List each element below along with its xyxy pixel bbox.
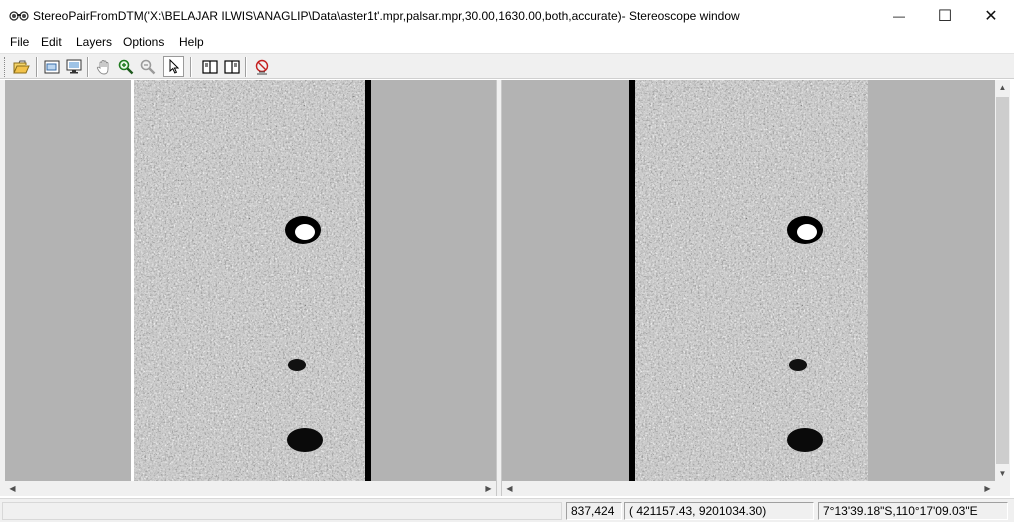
- right-stereo-image[interactable]: [502, 80, 995, 481]
- image-edge: [131, 80, 134, 481]
- pan-hand-icon: [96, 59, 108, 74]
- crater-feature: [797, 224, 817, 240]
- menu-file[interactable]: File: [10, 35, 29, 49]
- crater-feature: [787, 428, 823, 452]
- right-horizontal-scrollbar[interactable]: ◀ ▶: [502, 481, 995, 496]
- right-arrow-icon: ▶: [485, 484, 492, 493]
- minimize-button[interactable]: —: [876, 0, 922, 32]
- stereo-pair-button[interactable]: [251, 56, 272, 77]
- select-button[interactable]: [163, 56, 184, 77]
- zoom-out-icon: [140, 59, 155, 74]
- toolbar-separator: [190, 57, 192, 77]
- crater-feature: [789, 359, 807, 371]
- toolbar-grip[interactable]: [4, 57, 7, 77]
- window-title: StereoPairFromDTM('X:\BELAJAR ILWIS\ANAG…: [33, 9, 740, 23]
- maximize-button[interactable]: ☐: [922, 0, 968, 32]
- status-coordinates: ( 421157.43, 9201034.30): [624, 502, 814, 520]
- maximize-icon: ☐: [937, 8, 953, 25]
- menu-help[interactable]: Help: [179, 35, 204, 49]
- toolbar-separator: [245, 57, 247, 77]
- open-button[interactable]: [11, 56, 32, 77]
- entire-map-icon: [44, 60, 59, 73]
- left-pane-scroll-left-button[interactable]: ◀: [5, 481, 20, 496]
- image-black-border: [365, 80, 371, 481]
- menu-edit[interactable]: Edit: [41, 35, 62, 49]
- left-stereo-pane[interactable]: [5, 80, 496, 481]
- right-pane-scroll-left-button[interactable]: ◀: [502, 481, 517, 496]
- close-icon: ✕: [984, 8, 998, 25]
- status-bar: 837,424 ( 421157.43, 9201034.30) 7°13'39…: [0, 498, 1014, 522]
- normal-view-icon: [66, 59, 81, 74]
- left-pane-icon: [201, 59, 218, 74]
- right-arrow-icon: ▶: [984, 484, 991, 493]
- left-stereo-image[interactable]: [5, 80, 496, 481]
- normal-view-button[interactable]: [63, 56, 84, 77]
- vertical-scrollbar[interactable]: ▲ ▼: [995, 80, 1010, 481]
- image-black-border: [629, 80, 635, 481]
- scrollbar-corner: [995, 481, 1010, 496]
- crater-feature: [295, 224, 315, 240]
- right-pane-button[interactable]: [221, 56, 242, 77]
- toolbar-separator: [87, 57, 89, 77]
- pan-button[interactable]: [93, 56, 114, 77]
- status-message-field: [2, 502, 562, 520]
- minimize-icon: —: [893, 9, 905, 23]
- left-arrow-icon: ◀: [9, 484, 16, 493]
- menu-bar: File Edit Layers Options Help: [0, 32, 1014, 52]
- scroll-up-button[interactable]: ▲: [995, 80, 1010, 95]
- zoom-in-icon: [118, 59, 133, 74]
- toolbar-separator: [36, 57, 38, 77]
- satellite-image-left: [131, 80, 365, 481]
- crater-feature: [288, 359, 306, 371]
- vertical-scroll-thumb[interactable]: [996, 97, 1009, 464]
- right-stereo-pane[interactable]: [502, 80, 995, 481]
- zoom-in-button[interactable]: [115, 56, 136, 77]
- down-arrow-icon: ▼: [998, 469, 1007, 478]
- close-button[interactable]: ✕: [968, 0, 1014, 32]
- status-rowcol: 837,424: [566, 502, 622, 520]
- menu-layers[interactable]: Layers: [76, 35, 112, 49]
- open-folder-icon: [13, 60, 30, 73]
- select-pointer-icon: [169, 59, 179, 74]
- scroll-down-button[interactable]: ▼: [995, 466, 1010, 481]
- toolbar: [0, 53, 1014, 79]
- left-pane-button[interactable]: [199, 56, 220, 77]
- right-pane-icon: [223, 59, 240, 74]
- left-arrow-icon: ◀: [506, 484, 513, 493]
- stereoscope-app-icon: [9, 11, 29, 21]
- satellite-image-right: [635, 80, 868, 481]
- crater-feature: [287, 428, 323, 452]
- status-latlon: 7°13'39.18"S,110°17'09.03"E: [818, 502, 1008, 520]
- title-bar: StereoPairFromDTM('X:\BELAJAR ILWIS\ANAG…: [0, 0, 1014, 32]
- stereo-pair-icon: [255, 59, 268, 74]
- left-pane-scroll-right-button[interactable]: ▶: [481, 481, 496, 496]
- up-arrow-icon: ▲: [998, 83, 1007, 92]
- left-horizontal-scrollbar[interactable]: ◀ ▶: [5, 481, 496, 496]
- right-pane-scroll-right-button[interactable]: ▶: [980, 481, 995, 496]
- menu-options[interactable]: Options: [123, 35, 164, 49]
- entire-map-button[interactable]: [41, 56, 62, 77]
- zoom-out-button[interactable]: [137, 56, 158, 77]
